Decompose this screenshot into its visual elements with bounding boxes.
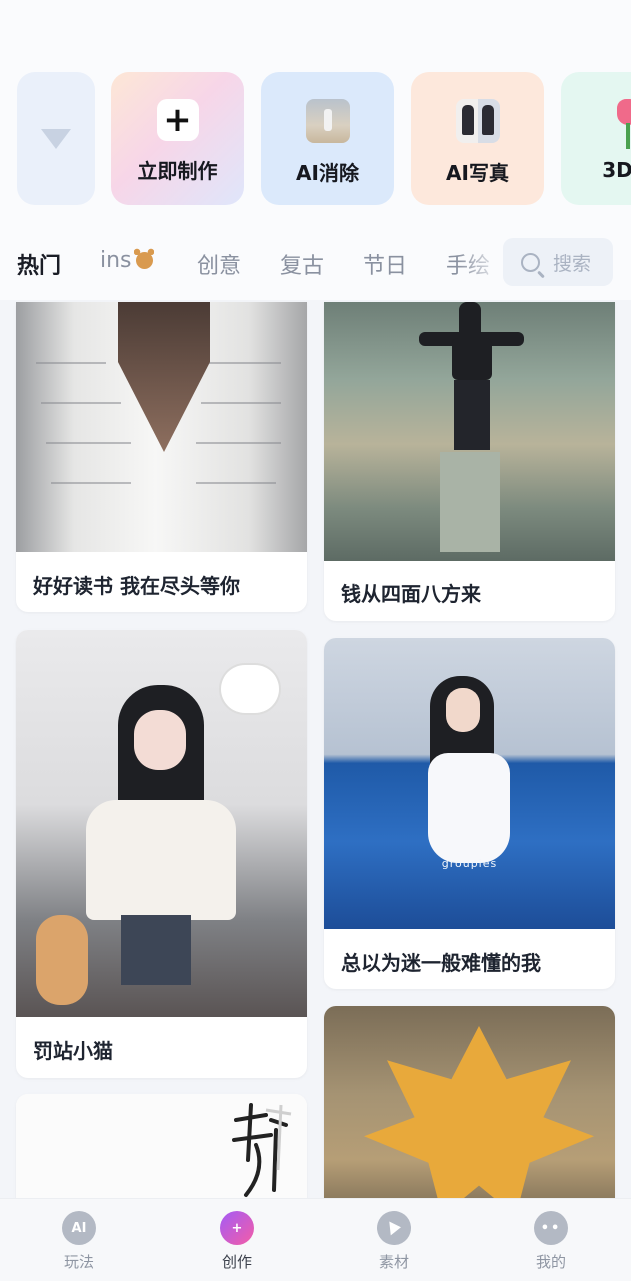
template-image-girl-cat (16, 630, 307, 1017)
search-placeholder: 搜索 (553, 249, 591, 276)
plus-icon: + (157, 99, 199, 141)
nav-me[interactable]: •• 我的 (511, 1211, 591, 1272)
create-now-button[interactable]: + 立即制作 (111, 72, 244, 205)
chat-face-icon: •• (534, 1211, 568, 1245)
ai-erase-label: AI消除 (296, 157, 359, 186)
ai-photo-thumbnail (456, 99, 500, 143)
ai-icon: AI (62, 1211, 96, 1245)
ai-erase-thumbnail (306, 99, 350, 143)
nav-create[interactable]: + 创作 (197, 1211, 277, 1272)
template-image-book (16, 302, 307, 552)
template-image-money (324, 302, 615, 561)
nav-create-label: 创作 (222, 1251, 252, 1272)
nav-play[interactable]: AI 玩法 (39, 1211, 119, 1272)
template-card[interactable] (324, 1006, 615, 1226)
nav-material-label: 素材 (379, 1251, 409, 1272)
teddy-bear-icon (134, 248, 154, 270)
category-tabs: 热门 ins 创意 复古 节日 手绘 (17, 244, 517, 284)
card-title: 罚站小猫 (33, 1035, 113, 1064)
ai-photo-label: AI写真 (446, 157, 509, 186)
heart-cutout (118, 302, 210, 452)
calligraphy-art (226, 1100, 296, 1210)
tab-ins[interactable]: ins (100, 248, 154, 273)
groupies-text: groupies (324, 857, 615, 870)
3d-sticker-button[interactable]: 3D贴 (561, 72, 631, 205)
3d-sticker-label: 3D贴 (602, 154, 631, 183)
card-title: 钱从四面八方来 (341, 578, 481, 607)
nav-me-label: 我的 (536, 1251, 566, 1272)
template-image-leaf (324, 1006, 615, 1226)
nav-play-label: 玩法 (64, 1251, 94, 1272)
chevron-down-icon (41, 129, 71, 149)
card-title: 总以为迷一般难懂的我 (341, 947, 541, 976)
tab-hot[interactable]: 热门 (17, 248, 61, 280)
ai-erase-button[interactable]: AI消除 (261, 72, 394, 205)
template-card[interactable]: 罚站小猫 (16, 630, 307, 1078)
template-image-sea-girl: groupies (324, 638, 615, 929)
collapse-tools-button[interactable] (17, 72, 95, 205)
template-card[interactable]: groupies 总以为迷一般难懂的我 (324, 638, 615, 989)
card-title: 好好读书 我在尽头等你 (33, 570, 240, 599)
tab-holiday[interactable]: 节日 (363, 248, 407, 280)
maple-leaf (364, 1026, 594, 1216)
search-button[interactable]: 搜索 (503, 238, 613, 286)
tab-retro[interactable]: 复古 (280, 248, 324, 280)
tool-carousel[interactable]: + 立即制作 AI消除 AI写真 3D贴 (17, 72, 631, 205)
bottom-nav: AI 玩法 + 创作 素材 •• 我的 (0, 1198, 631, 1281)
tulip-icon (613, 99, 631, 149)
tab-creative[interactable]: 创意 (197, 248, 241, 280)
ai-photo-button[interactable]: AI写真 (411, 72, 544, 205)
plus-icon: + (220, 1211, 254, 1245)
template-card[interactable]: 钱从四面八方来 (324, 302, 615, 621)
search-icon (521, 253, 540, 272)
nav-material[interactable]: 素材 (354, 1211, 434, 1272)
material-play-icon (375, 1209, 412, 1246)
template-card[interactable]: 好好读书 我在尽头等你 (16, 302, 307, 612)
create-now-label: 立即制作 (138, 155, 218, 184)
tab-ins-label: ins (100, 248, 132, 273)
